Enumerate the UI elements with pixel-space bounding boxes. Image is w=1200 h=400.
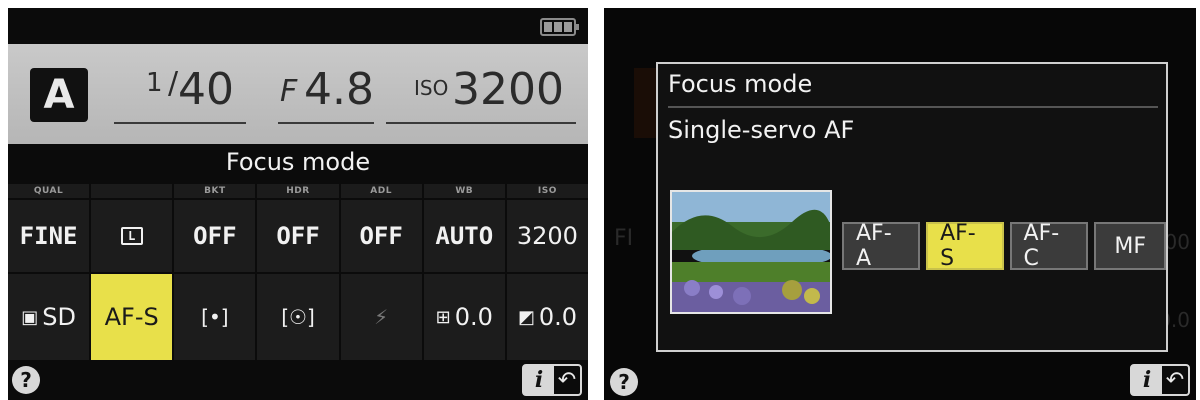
shutter-speed: 1 / 40 — [114, 62, 246, 124]
focus-mode-setting[interactable]: AF-S — [91, 274, 173, 360]
header-wb: WB — [423, 184, 505, 198]
aperture-prefix: F — [280, 74, 298, 109]
help-icon-right[interactable]: ? — [610, 368, 638, 396]
option-mf[interactable]: MF — [1094, 222, 1167, 270]
image-quality-setting[interactable]: FINE — [8, 200, 90, 272]
header-qual: QUAL — [8, 184, 90, 198]
option-af-a[interactable]: AF-A — [842, 221, 921, 271]
focus-mode-options: AF-A AF-S AF-C MF — [842, 221, 1167, 271]
help-icon[interactable]: ? — [12, 366, 40, 394]
shutter-numerator: 1 — [146, 68, 163, 98]
iso-setting[interactable]: 3200 — [506, 200, 588, 272]
hdr-setting[interactable]: OFF — [257, 200, 339, 272]
dialog-subtitle: Single-servo AF — [668, 116, 855, 144]
i-icon-right: i — [1132, 366, 1162, 394]
iso-label: ISO — [414, 76, 449, 100]
info-return-button[interactable]: i ↶ — [522, 364, 582, 396]
flash-mode-setting[interactable]: ⚡ — [340, 274, 422, 360]
battery-icon — [540, 18, 579, 36]
sample-photo-preview — [670, 190, 832, 314]
left-bottom-bar: ? i ↶ — [8, 362, 588, 400]
dialog-divider — [668, 106, 1158, 108]
flash-compensation-setting[interactable]: ⊞ 0.0 — [423, 274, 505, 360]
iso-sensitivity: ISO 3200 — [386, 62, 576, 124]
header-iso: ISO — [506, 184, 588, 198]
exp-comp-value: 0.0 — [538, 303, 578, 331]
return-arrow-icon: ↶ — [557, 367, 577, 393]
bracketing-setting[interactable]: OFF — [174, 200, 256, 272]
image-size-icon: L — [120, 227, 143, 245]
focus-mode-dialog: Focus mode Single-servo AF AF-A AF-S AF-… — [656, 62, 1168, 352]
white-balance-setting[interactable]: AUTO — [423, 200, 505, 272]
picture-control-setting[interactable]: ▣ SD — [8, 274, 90, 360]
iso-value: 3200 — [452, 64, 564, 115]
metering-icon: [☉] — [281, 305, 315, 329]
settings-grid: QUAL BKT HDR ADL WB ISO FINE L OFF OFF O… — [8, 184, 588, 360]
picture-control-icon: ▣ — [21, 306, 39, 328]
shooting-mode-indicator: A — [30, 68, 88, 122]
header-size — [91, 184, 173, 198]
picture-control-label: SD — [42, 303, 76, 331]
right-camera-screen: FI 00 0.0 Focus mode Single-servo AF AF-… — [604, 8, 1196, 400]
shutter-denominator: 40 — [178, 64, 234, 115]
metering-setting[interactable]: [☉] — [257, 274, 339, 360]
flash-comp-icon: ⊞ — [435, 306, 451, 328]
left-camera-screen: A 1 / 40 F 4.8 ISO 3200 Focus mode QUAL … — [8, 8, 588, 400]
adl-setting[interactable]: OFF — [340, 200, 422, 272]
option-af-s[interactable]: AF-S — [926, 221, 1004, 271]
image-size-setting[interactable]: L — [91, 200, 173, 272]
header-bkt: BKT — [174, 184, 256, 198]
flash-icon: ⚡ — [374, 305, 389, 329]
exp-comp-icon: ◩ — [517, 306, 535, 328]
flash-comp-value: 0.0 — [454, 303, 493, 331]
return-arrow-icon-right: ↶ — [1165, 367, 1185, 393]
header-hdr: HDR — [257, 184, 339, 198]
aperture: F 4.8 — [278, 62, 374, 124]
af-area-icon: [•] — [201, 305, 229, 329]
shutter-slash: / — [168, 66, 179, 101]
dialog-title: Focus mode — [668, 70, 813, 98]
focus-mode-title: Focus mode — [225, 148, 371, 176]
option-af-c[interactable]: AF-C — [1009, 221, 1089, 271]
dimmed-background-text: FI — [614, 226, 634, 251]
info-return-button-right[interactable]: i ↶ — [1130, 364, 1190, 396]
dimmed-background-value: 00 — [1164, 230, 1190, 254]
af-area-mode-setting[interactable]: [•] — [174, 274, 256, 360]
aperture-value: 4.8 — [304, 64, 374, 115]
exposure-compensation-setting[interactable]: ◩ 0.0 — [506, 274, 588, 360]
header-adl: ADL — [340, 184, 422, 198]
exposure-info-bar: A 1 / 40 F 4.8 ISO 3200 — [8, 44, 588, 144]
i-icon: i — [524, 366, 554, 394]
